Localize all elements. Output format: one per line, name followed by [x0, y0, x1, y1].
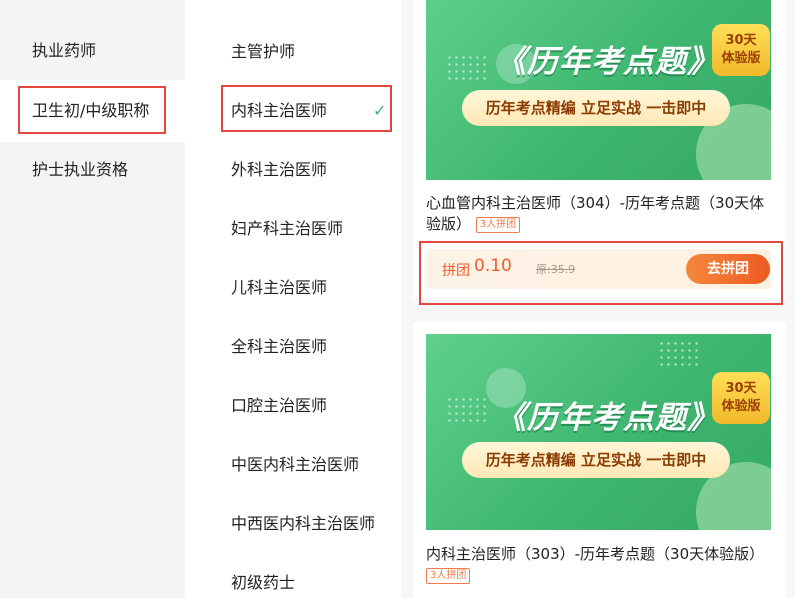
- category-item-health-title[interactable]: 卫生初/中级职称: [0, 80, 193, 142]
- group-price: 0.10: [474, 256, 512, 276]
- subcategory-item[interactable]: 初级药士: [193, 563, 401, 598]
- category-sidebar: 执业药师 卫生初/中级职称 护士执业资格: [0, 0, 193, 598]
- subcategory-label: 全科主治医师: [231, 337, 328, 356]
- category-label: 卫生初/中级职称: [32, 101, 150, 120]
- course-banner: 《历年考点题》 历年考点精编 立足实战 一击即中 30天 体验版: [426, 334, 771, 530]
- course-card[interactable]: 《历年考点题》 历年考点精编 立足实战 一击即中 30天 体验版 心血管内科主治…: [413, 0, 786, 298]
- subcategory-label: 儿科主治医师: [231, 278, 328, 297]
- trial-badge: 30天 体验版: [712, 372, 770, 424]
- subcategory-item[interactable]: 中西医内科主治医师: [193, 504, 401, 544]
- category-label: 执业药师: [32, 41, 97, 60]
- join-group-button[interactable]: 去拼团: [686, 254, 770, 284]
- subcategory-item[interactable]: 口腔主治医师: [193, 386, 401, 426]
- subcategory-item[interactable]: 主管护师: [193, 32, 401, 72]
- badge-line: 30天: [725, 33, 757, 48]
- group-tag: 3人拼团: [475, 216, 521, 233]
- check-icon: ✓: [373, 101, 387, 120]
- original-price: 原:35.9: [536, 263, 576, 276]
- price-label: 拼团: [442, 263, 470, 279]
- category-label: 护士执业资格: [32, 160, 129, 179]
- dot-pattern: [446, 54, 490, 82]
- subcategory-label: 初级药士: [231, 573, 296, 592]
- trial-badge: 30天 体验版: [712, 24, 770, 76]
- course-card[interactable]: 《历年考点题》 历年考点精编 立足实战 一击即中 30天 体验版 内科主治医师（…: [413, 322, 786, 598]
- price-bar: 拼团 0.10 原:35.9 去拼团: [426, 249, 771, 289]
- badge-line: 体验版: [721, 399, 761, 414]
- subcategory-item-selected[interactable]: 内科主治医师 ✓: [193, 91, 401, 131]
- badge-line: 30天: [725, 381, 757, 396]
- course-list[interactable]: 《历年考点题》 历年考点精编 立足实战 一击即中 30天 体验版 心血管内科主治…: [401, 0, 795, 598]
- badge-line: 体验版: [721, 51, 761, 66]
- category-item-nurse[interactable]: 护士执业资格: [0, 142, 193, 198]
- subcategory-item[interactable]: 妇产科主治医师: [193, 209, 401, 249]
- subcategory-label: 中医内科主治医师: [231, 455, 360, 474]
- subcategory-item[interactable]: 外科主治医师: [193, 150, 401, 190]
- banner-slogan: 历年考点精编 立足实战 一击即中: [462, 90, 730, 126]
- category-item-pharmacist[interactable]: 执业药师: [0, 22, 193, 80]
- subcategory-label: 中西医内科主治医师: [231, 514, 376, 533]
- course-title[interactable]: 心血管内科主治医师（304）-历年考点题（30天体验版） 3人拼团: [426, 193, 771, 235]
- subcategory-item[interactable]: 全科主治医师: [193, 327, 401, 367]
- dot-pattern: [658, 340, 702, 368]
- subcategory-label: 内科主治医师: [231, 101, 328, 120]
- banner-slogan: 历年考点精编 立足实战 一击即中: [462, 442, 730, 478]
- course-title[interactable]: 内科主治医师（303）-历年考点题（30天体验版） 3人拼团: [426, 544, 771, 586]
- subcategory-label: 外科主治医师: [231, 160, 328, 179]
- banner-title: 《历年考点题》: [495, 44, 719, 80]
- banner-title: 《历年考点题》: [495, 400, 719, 436]
- subcategory-label: 口腔主治医师: [231, 396, 328, 415]
- course-banner: 《历年考点题》 历年考点精编 立足实战 一击即中 30天 体验版: [426, 0, 771, 180]
- subcategory-label: 妇产科主治医师: [231, 219, 344, 238]
- app: 执业药师 卫生初/中级职称 护士执业资格 主管护师 内科主治医师 ✓ 外科主治医…: [0, 0, 795, 598]
- course-title-text: 内科主治医师（303）-历年考点题（30天体验版）: [426, 545, 765, 563]
- dot-pattern: [446, 396, 490, 424]
- subcategory-item[interactable]: 中医内科主治医师: [193, 445, 401, 485]
- group-tag: 3人拼团: [426, 567, 471, 584]
- subcategory-label: 主管护师: [231, 42, 296, 61]
- subcategory-item[interactable]: 儿科主治医师: [193, 268, 401, 308]
- subcategory-list: 主管护师 内科主治医师 ✓ 外科主治医师 妇产科主治医师 儿科主治医师 全科主治…: [193, 0, 401, 598]
